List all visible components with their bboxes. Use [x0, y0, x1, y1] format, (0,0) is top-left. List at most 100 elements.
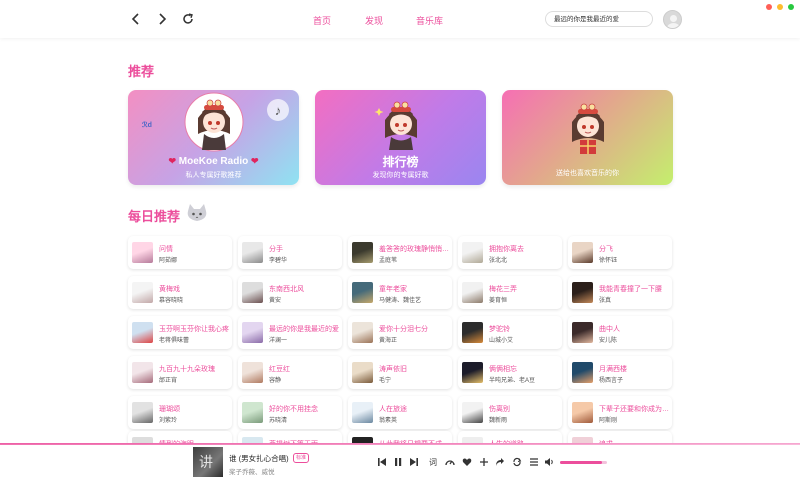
radio-logo: ℛd [142, 122, 152, 129]
speed-button[interactable] [444, 456, 456, 468]
song-cover [352, 322, 373, 343]
song-name: 羞答答的玫瑰静悄悄地开 [379, 246, 449, 253]
search-input[interactable]: 最远的你是我最近的爱 [545, 11, 653, 27]
song-name: 俩俩相忘 [489, 366, 517, 373]
volume-icon [545, 458, 553, 466]
tab-library[interactable]: 音乐库 [416, 14, 443, 27]
song-card[interactable]: 问情 阿茹娜 [128, 236, 232, 269]
volume-button[interactable] [543, 456, 555, 468]
song-cover [242, 282, 263, 303]
song-artist: 翁素英 [379, 418, 398, 424]
queue-button[interactable] [528, 456, 540, 468]
loop-button[interactable] [511, 456, 523, 468]
skip-next-icon [410, 458, 418, 466]
card-ranking[interactable]: 排行榜 发现你的专属好歌 [315, 90, 486, 185]
song-cover [242, 242, 263, 263]
song-card[interactable]: 爱你十分泪七分 黄海正 [348, 316, 452, 349]
add-to-playlist-button[interactable] [478, 456, 490, 468]
song-artist: 毛宁 [379, 378, 392, 384]
song-card[interactable]: 好的你不用挂念 苏晓清 [238, 396, 342, 429]
song-cover [352, 402, 373, 423]
pause-icon [395, 458, 402, 466]
music-note-icon[interactable]: ♪ [267, 99, 289, 121]
song-name: 分手 [269, 246, 283, 253]
song-card[interactable]: 分手 李碧华 [238, 236, 342, 269]
song-artist: 山城小艾 [489, 338, 514, 344]
song-name: 涛声依旧 [379, 366, 407, 373]
minimize-dot[interactable] [777, 4, 783, 10]
song-artist: 慕容晓晓 [159, 298, 184, 304]
song-cover [462, 322, 483, 343]
next-button[interactable] [408, 456, 420, 468]
volume-fill [560, 461, 603, 464]
avatar[interactable] [663, 10, 682, 29]
pause-button[interactable] [392, 456, 404, 468]
like-button[interactable] [461, 456, 473, 468]
song-card[interactable]: 曲中人 安儿陈 [568, 316, 672, 349]
tab-discover[interactable]: 发现 [365, 14, 383, 27]
song-name: 我能青春撞了一下腰 [599, 286, 662, 293]
heart-icon: ❤ [168, 156, 176, 166]
song-card[interactable]: 我能青春撞了一下腰 张真 [568, 276, 672, 309]
song-cover [352, 282, 373, 303]
volume-slider[interactable] [560, 461, 607, 464]
back-button[interactable] [128, 11, 144, 27]
song-card[interactable]: 月满西楼 杨西言子 [568, 356, 672, 389]
card-share[interactable]: 送给也喜欢音乐的你 [502, 90, 673, 185]
song-name: 童年老家 [379, 286, 407, 293]
song-card[interactable]: 俩俩相忘 半吨兄弟、老A豆 [458, 356, 562, 389]
song-cover [132, 362, 153, 383]
song-card[interactable]: 童年老家 马健涛、魏佳艺 [348, 276, 452, 309]
song-card[interactable]: 黄梅戏 慕容晓晓 [128, 276, 232, 309]
song-name: 爱你十分泪七分 [379, 326, 428, 333]
close-dot[interactable] [766, 4, 772, 10]
song-card[interactable]: 玉芬啊玉芬你让我心疼 老蒋俱味蕾 [128, 316, 232, 349]
song-card[interactable]: 东南西北风 黄安 [238, 276, 342, 309]
song-card[interactable]: 梦驼铃 山城小艾 [458, 316, 562, 349]
window-controls [766, 4, 794, 10]
cover-glyph: 讲 [199, 455, 213, 471]
song-artist: 邰正宵 [159, 378, 178, 384]
forward-button[interactable] [154, 11, 170, 27]
song-cover [572, 242, 593, 263]
chibi-illustration [184, 92, 244, 157]
song-card[interactable]: 人在旅途 翁素英 [348, 396, 452, 429]
song-artist: 老蒋俱味蕾 [159, 338, 190, 344]
share-button[interactable] [494, 456, 506, 468]
song-card[interactable]: 涛声依旧 毛宁 [348, 356, 452, 389]
tab-home[interactable]: 首页 [313, 14, 331, 27]
refresh-button[interactable] [180, 11, 196, 27]
maximize-dot[interactable] [788, 4, 794, 10]
song-artist: 刘紫玲 [159, 418, 178, 424]
section-title-recommend: 推荐 [128, 64, 155, 79]
song-name: 人在旅途 [379, 406, 407, 413]
song-cover [132, 402, 153, 423]
repeat-icon [513, 457, 522, 467]
chibi-illustration [371, 94, 431, 155]
song-card[interactable]: 珊瑚颂 刘紫玲 [128, 396, 232, 429]
quality-badge[interactable]: 标准 [293, 453, 310, 463]
song-card[interactable]: 下辈子还要和你成为一家人阿斯刚 [568, 396, 672, 429]
song-cover [462, 402, 483, 423]
card-moekoe-radio[interactable]: ℛd ♪ ❤ MoeKoe Radio ❤ 私人专属好歌推荐 [128, 90, 299, 185]
album-cover[interactable]: 讲 [193, 447, 223, 477]
song-card[interactable]: 红豆红 容静 [238, 356, 342, 389]
song-card[interactable]: 羞答答的玫瑰静悄悄地开 孟庭苇 [348, 236, 452, 269]
lyrics-button[interactable]: 词 [427, 456, 439, 468]
song-artist: 苏晓清 [269, 418, 288, 424]
song-name: 黄梅戏 [159, 286, 180, 293]
song-name: 伤离别 [489, 406, 510, 413]
song-card[interactable]: 拥抱你离去 张北北 [458, 236, 562, 269]
song-card[interactable]: 最远的你是我最近的爱 洋澜一 [238, 316, 342, 349]
song-card[interactable]: 分飞 徐怀钰 [568, 236, 672, 269]
card-title-text: MoeKoe Radio [178, 156, 249, 167]
progress-bar[interactable] [0, 443, 800, 445]
song-name: 曲中人 [599, 326, 620, 333]
song-card[interactable]: 伤离别 魏新雨 [458, 396, 562, 429]
song-artist: 孟庭苇 [379, 258, 398, 264]
song-artist: 洋澜一 [269, 338, 288, 344]
previous-button[interactable] [376, 456, 388, 468]
song-card[interactable]: 九百九十九朵玫瑰 邰正宵 [128, 356, 232, 389]
song-card[interactable]: 梅花三弄 姜育恒 [458, 276, 562, 309]
card-title: ❤ MoeKoe Radio ❤ [128, 156, 299, 167]
